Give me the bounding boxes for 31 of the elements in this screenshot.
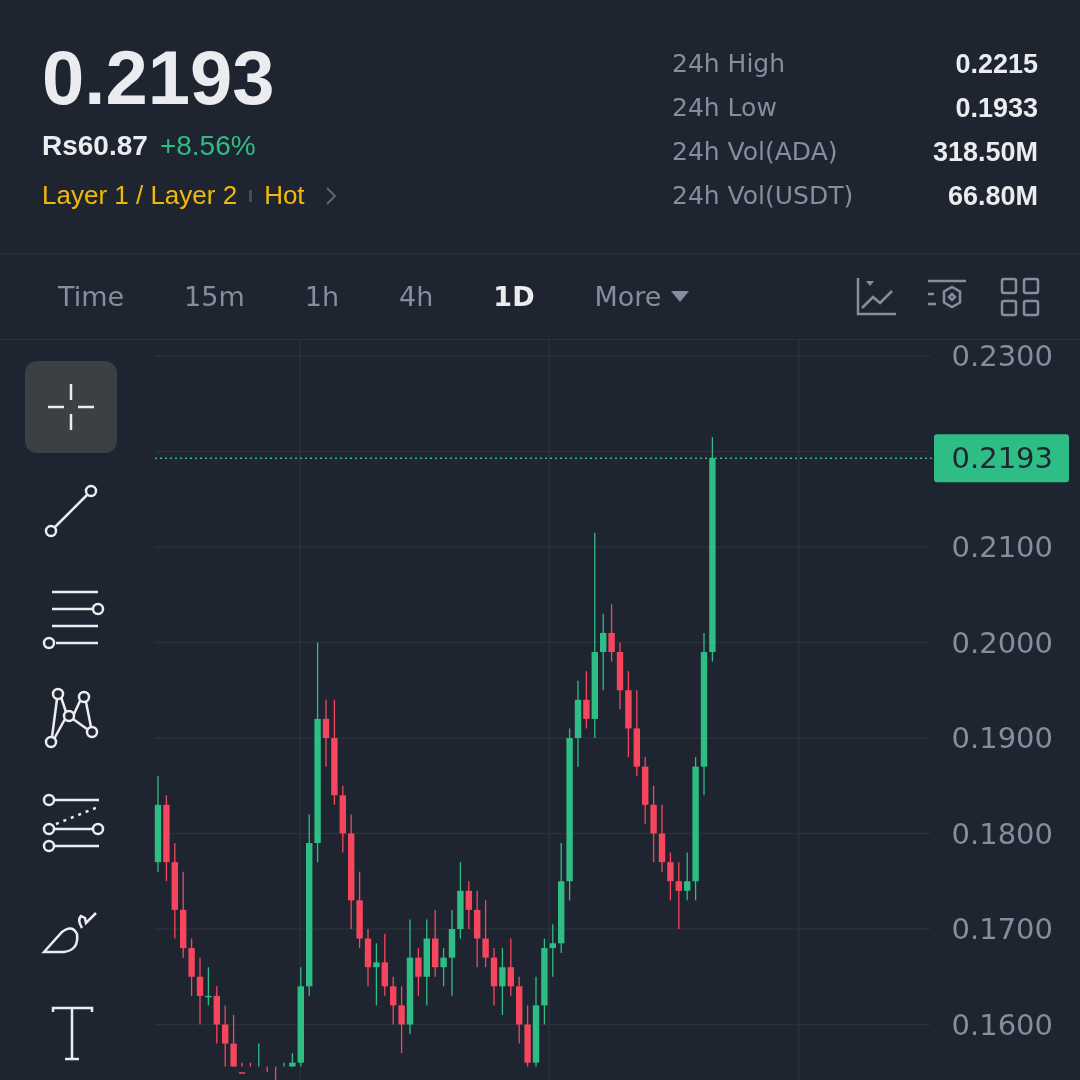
interval-tab[interactable]: Time xyxy=(28,281,155,313)
interval-tab[interactable]: 15m xyxy=(154,281,275,313)
price-axis-label: 0.2300 xyxy=(951,340,1053,373)
price-axis-label: 0.2100 xyxy=(951,530,1053,564)
interval-tab[interactable]: More xyxy=(564,281,720,313)
fiat-price: Rs60.87 xyxy=(42,130,148,162)
interval-tab[interactable]: 4h xyxy=(369,281,464,313)
price-change: +8.56% xyxy=(159,130,256,162)
stat-value: 318.50M xyxy=(932,136,1038,168)
stat-label: 24h Low xyxy=(672,92,777,124)
category-tag[interactable]: Hot xyxy=(264,180,305,211)
price-axis-label: 0.1600 xyxy=(951,1007,1053,1042)
interval-tab[interactable]: 1h xyxy=(274,281,370,313)
stat-label: 24h Vol(ADA) xyxy=(672,136,838,168)
chevron-right-icon[interactable] xyxy=(324,185,337,206)
price-axis-label: 0.2000 xyxy=(951,625,1053,660)
stat-value: 0.1933 xyxy=(955,92,1038,124)
stat-label: 24h Vol(USDT) xyxy=(672,180,854,212)
interval-tab[interactable]: 1D xyxy=(463,281,565,313)
current-price-tag: 0.2193 xyxy=(934,434,1069,483)
stat-value: 66.80M xyxy=(947,180,1038,212)
caret-icon xyxy=(671,290,690,303)
stat-value: 0.2215 xyxy=(955,48,1038,80)
price-axis-label: 0.1700 xyxy=(951,912,1053,946)
category-tag[interactable]: Layer 1 / Layer 2 xyxy=(42,180,238,211)
price-axis-label: 0.1800 xyxy=(951,816,1053,851)
grid-icon[interactable] xyxy=(1000,276,1040,317)
price-axis-label: 0.1900 xyxy=(951,721,1053,755)
stat-label: 24h High xyxy=(672,48,786,80)
last-price: 0.2193 xyxy=(42,38,276,118)
line-chart-icon[interactable] xyxy=(856,276,896,317)
